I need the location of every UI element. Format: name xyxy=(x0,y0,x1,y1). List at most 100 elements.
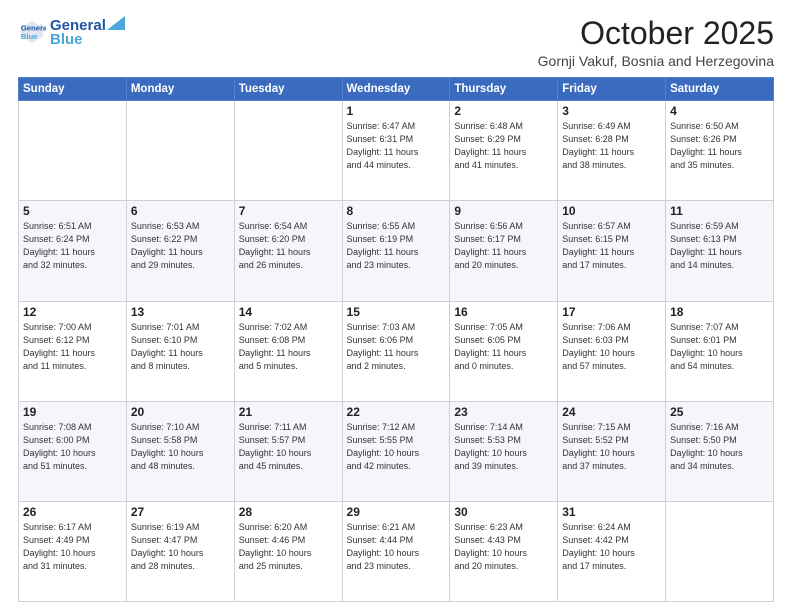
day-number: 20 xyxy=(131,405,230,419)
calendar-cell: 18 Sunrise: 7:07 AMSunset: 6:01 PMDayligh… xyxy=(666,301,774,401)
calendar-cell: 5 Sunrise: 6:51 AMSunset: 6:24 PMDaylight… xyxy=(19,201,127,301)
weekday-header: Tuesday xyxy=(234,78,342,101)
day-number: 23 xyxy=(454,405,553,419)
day-number: 12 xyxy=(23,305,122,319)
calendar-cell: 31 Sunrise: 6:24 AMSunset: 4:42 PMDayligh… xyxy=(558,501,666,601)
title-block: October 2025 Gornji Vakuf, Bosnia and He… xyxy=(538,16,774,69)
day-number: 22 xyxy=(347,405,446,419)
day-info: Sunrise: 7:00 AMSunset: 6:12 PMDaylight:… xyxy=(23,321,122,373)
calendar-cell: 28 Sunrise: 6:20 AMSunset: 4:46 PMDayligh… xyxy=(234,501,342,601)
day-info: Sunrise: 7:10 AMSunset: 5:58 PMDaylight:… xyxy=(131,421,230,473)
logo-icon: General Blue xyxy=(18,18,46,46)
day-info: Sunrise: 6:50 AMSunset: 6:26 PMDaylight:… xyxy=(670,120,769,172)
calendar-cell xyxy=(19,101,127,201)
calendar-cell: 23 Sunrise: 7:14 AMSunset: 5:53 PMDayligh… xyxy=(450,401,558,501)
calendar-cell: 20 Sunrise: 7:10 AMSunset: 5:58 PMDayligh… xyxy=(126,401,234,501)
calendar-cell: 10 Sunrise: 6:57 AMSunset: 6:15 PMDayligh… xyxy=(558,201,666,301)
day-number: 27 xyxy=(131,505,230,519)
calendar-cell: 6 Sunrise: 6:53 AMSunset: 6:22 PMDaylight… xyxy=(126,201,234,301)
day-number: 26 xyxy=(23,505,122,519)
calendar-cell: 26 Sunrise: 6:17 AMSunset: 4:49 PMDayligh… xyxy=(19,501,127,601)
day-number: 19 xyxy=(23,405,122,419)
day-info: Sunrise: 7:03 AMSunset: 6:06 PMDaylight:… xyxy=(347,321,446,373)
day-info: Sunrise: 7:02 AMSunset: 6:08 PMDaylight:… xyxy=(239,321,338,373)
day-info: Sunrise: 7:14 AMSunset: 5:53 PMDaylight:… xyxy=(454,421,553,473)
calendar-cell: 8 Sunrise: 6:55 AMSunset: 6:19 PMDaylight… xyxy=(342,201,450,301)
calendar-cell xyxy=(234,101,342,201)
calendar-cell: 25 Sunrise: 7:16 AMSunset: 5:50 PMDayligh… xyxy=(666,401,774,501)
day-number: 4 xyxy=(670,104,769,118)
day-number: 29 xyxy=(347,505,446,519)
calendar-cell: 29 Sunrise: 6:21 AMSunset: 4:44 PMDayligh… xyxy=(342,501,450,601)
calendar-cell: 9Sunrise: 6:56 AMSunset: 6:17 PMDaylight… xyxy=(450,201,558,301)
calendar-cell: 4 Sunrise: 6:50 AMSunset: 6:26 PMDaylight… xyxy=(666,101,774,201)
day-number: 10 xyxy=(562,204,661,218)
logo-triangle-icon xyxy=(107,16,125,30)
calendar-cell xyxy=(666,501,774,601)
day-info: Sunrise: 7:08 AMSunset: 6:00 PMDaylight:… xyxy=(23,421,122,473)
calendar-cell: 27Sunrise: 6:19 AMSunset: 4:47 PMDayligh… xyxy=(126,501,234,601)
day-number: 13 xyxy=(131,305,230,319)
svg-text:General: General xyxy=(21,24,46,33)
calendar-cell: 15 Sunrise: 7:03 AMSunset: 6:06 PMDayligh… xyxy=(342,301,450,401)
day-number: 24 xyxy=(562,405,661,419)
day-info: Sunrise: 6:51 AMSunset: 6:24 PMDaylight:… xyxy=(23,220,122,272)
calendar-cell xyxy=(126,101,234,201)
calendar-cell: 30 Sunrise: 6:23 AMSunset: 4:43 PMDayligh… xyxy=(450,501,558,601)
day-info: Sunrise: 6:48 AMSunset: 6:29 PMDaylight:… xyxy=(454,120,553,172)
day-info: Sunrise: 6:53 AMSunset: 6:22 PMDaylight:… xyxy=(131,220,230,272)
weekday-header: Friday xyxy=(558,78,666,101)
calendar-cell: 14 Sunrise: 7:02 AMSunset: 6:08 PMDayligh… xyxy=(234,301,342,401)
day-number: 1 xyxy=(347,104,446,118)
day-info: Sunrise: 6:57 AMSunset: 6:15 PMDaylight:… xyxy=(562,220,661,272)
day-info: Sunrise: 6:59 AMSunset: 6:13 PMDaylight:… xyxy=(670,220,769,272)
day-info: Sunrise: 7:16 AMSunset: 5:50 PMDaylight:… xyxy=(670,421,769,473)
calendar-cell: 12 Sunrise: 7:00 AMSunset: 6:12 PMDayligh… xyxy=(19,301,127,401)
day-info: Sunrise: 7:12 AMSunset: 5:55 PMDaylight:… xyxy=(347,421,446,473)
day-info: Sunrise: 7:07 AMSunset: 6:01 PMDaylight:… xyxy=(670,321,769,373)
day-info: Sunrise: 6:21 AMSunset: 4:44 PMDaylight:… xyxy=(347,521,446,573)
calendar-cell: 17Sunrise: 7:06 AMSunset: 6:03 PMDayligh… xyxy=(558,301,666,401)
day-info: Sunrise: 7:01 AMSunset: 6:10 PMDaylight:… xyxy=(131,321,230,373)
day-info: Sunrise: 6:20 AMSunset: 4:46 PMDaylight:… xyxy=(239,521,338,573)
day-number: 3 xyxy=(562,104,661,118)
day-number: 6 xyxy=(131,204,230,218)
weekday-header: Thursday xyxy=(450,78,558,101)
day-number: 15 xyxy=(347,305,446,319)
day-number: 5 xyxy=(23,204,122,218)
day-number: 18 xyxy=(670,305,769,319)
day-number: 11 xyxy=(670,204,769,218)
day-info: Sunrise: 7:05 AMSunset: 6:05 PMDaylight:… xyxy=(454,321,553,373)
weekday-header: Saturday xyxy=(666,78,774,101)
day-number: 9 xyxy=(454,204,553,218)
header: General Blue General Blue October 2025 G… xyxy=(18,16,774,69)
page-subtitle: Gornji Vakuf, Bosnia and Herzegovina xyxy=(538,53,774,69)
day-number: 31 xyxy=(562,505,661,519)
calendar-cell: 1 Sunrise: 6:47 AMSunset: 6:31 PMDaylight… xyxy=(342,101,450,201)
day-info: Sunrise: 7:15 AMSunset: 5:52 PMDaylight:… xyxy=(562,421,661,473)
calendar-cell: 2Sunrise: 6:48 AMSunset: 6:29 PMDaylight… xyxy=(450,101,558,201)
day-number: 25 xyxy=(670,405,769,419)
day-number: 30 xyxy=(454,505,553,519)
calendar-cell: 19 Sunrise: 7:08 AMSunset: 6:00 PMDayligh… xyxy=(19,401,127,501)
calendar-cell: 21 Sunrise: 7:11 AMSunset: 5:57 PMDayligh… xyxy=(234,401,342,501)
calendar-cell: 11 Sunrise: 6:59 AMSunset: 6:13 PMDayligh… xyxy=(666,201,774,301)
page: General Blue General Blue October 2025 G… xyxy=(0,0,792,612)
day-number: 14 xyxy=(239,305,338,319)
day-info: Sunrise: 6:24 AMSunset: 4:42 PMDaylight:… xyxy=(562,521,661,573)
calendar-table: SundayMondayTuesdayWednesdayThursdayFrid… xyxy=(18,77,774,602)
day-info: Sunrise: 6:23 AMSunset: 4:43 PMDaylight:… xyxy=(454,521,553,573)
day-info: Sunrise: 6:47 AMSunset: 6:31 PMDaylight:… xyxy=(347,120,446,172)
day-number: 8 xyxy=(347,204,446,218)
day-number: 17 xyxy=(562,305,661,319)
logo: General Blue General Blue xyxy=(18,16,125,48)
weekday-header: Wednesday xyxy=(342,78,450,101)
day-info: Sunrise: 6:17 AMSunset: 4:49 PMDaylight:… xyxy=(23,521,122,573)
calendar-header: SundayMondayTuesdayWednesdayThursdayFrid… xyxy=(19,78,774,101)
day-number: 7 xyxy=(239,204,338,218)
day-info: Sunrise: 7:11 AMSunset: 5:57 PMDaylight:… xyxy=(239,421,338,473)
day-number: 28 xyxy=(239,505,338,519)
day-number: 21 xyxy=(239,405,338,419)
day-info: Sunrise: 6:55 AMSunset: 6:19 PMDaylight:… xyxy=(347,220,446,272)
calendar-cell: 16Sunrise: 7:05 AMSunset: 6:05 PMDayligh… xyxy=(450,301,558,401)
